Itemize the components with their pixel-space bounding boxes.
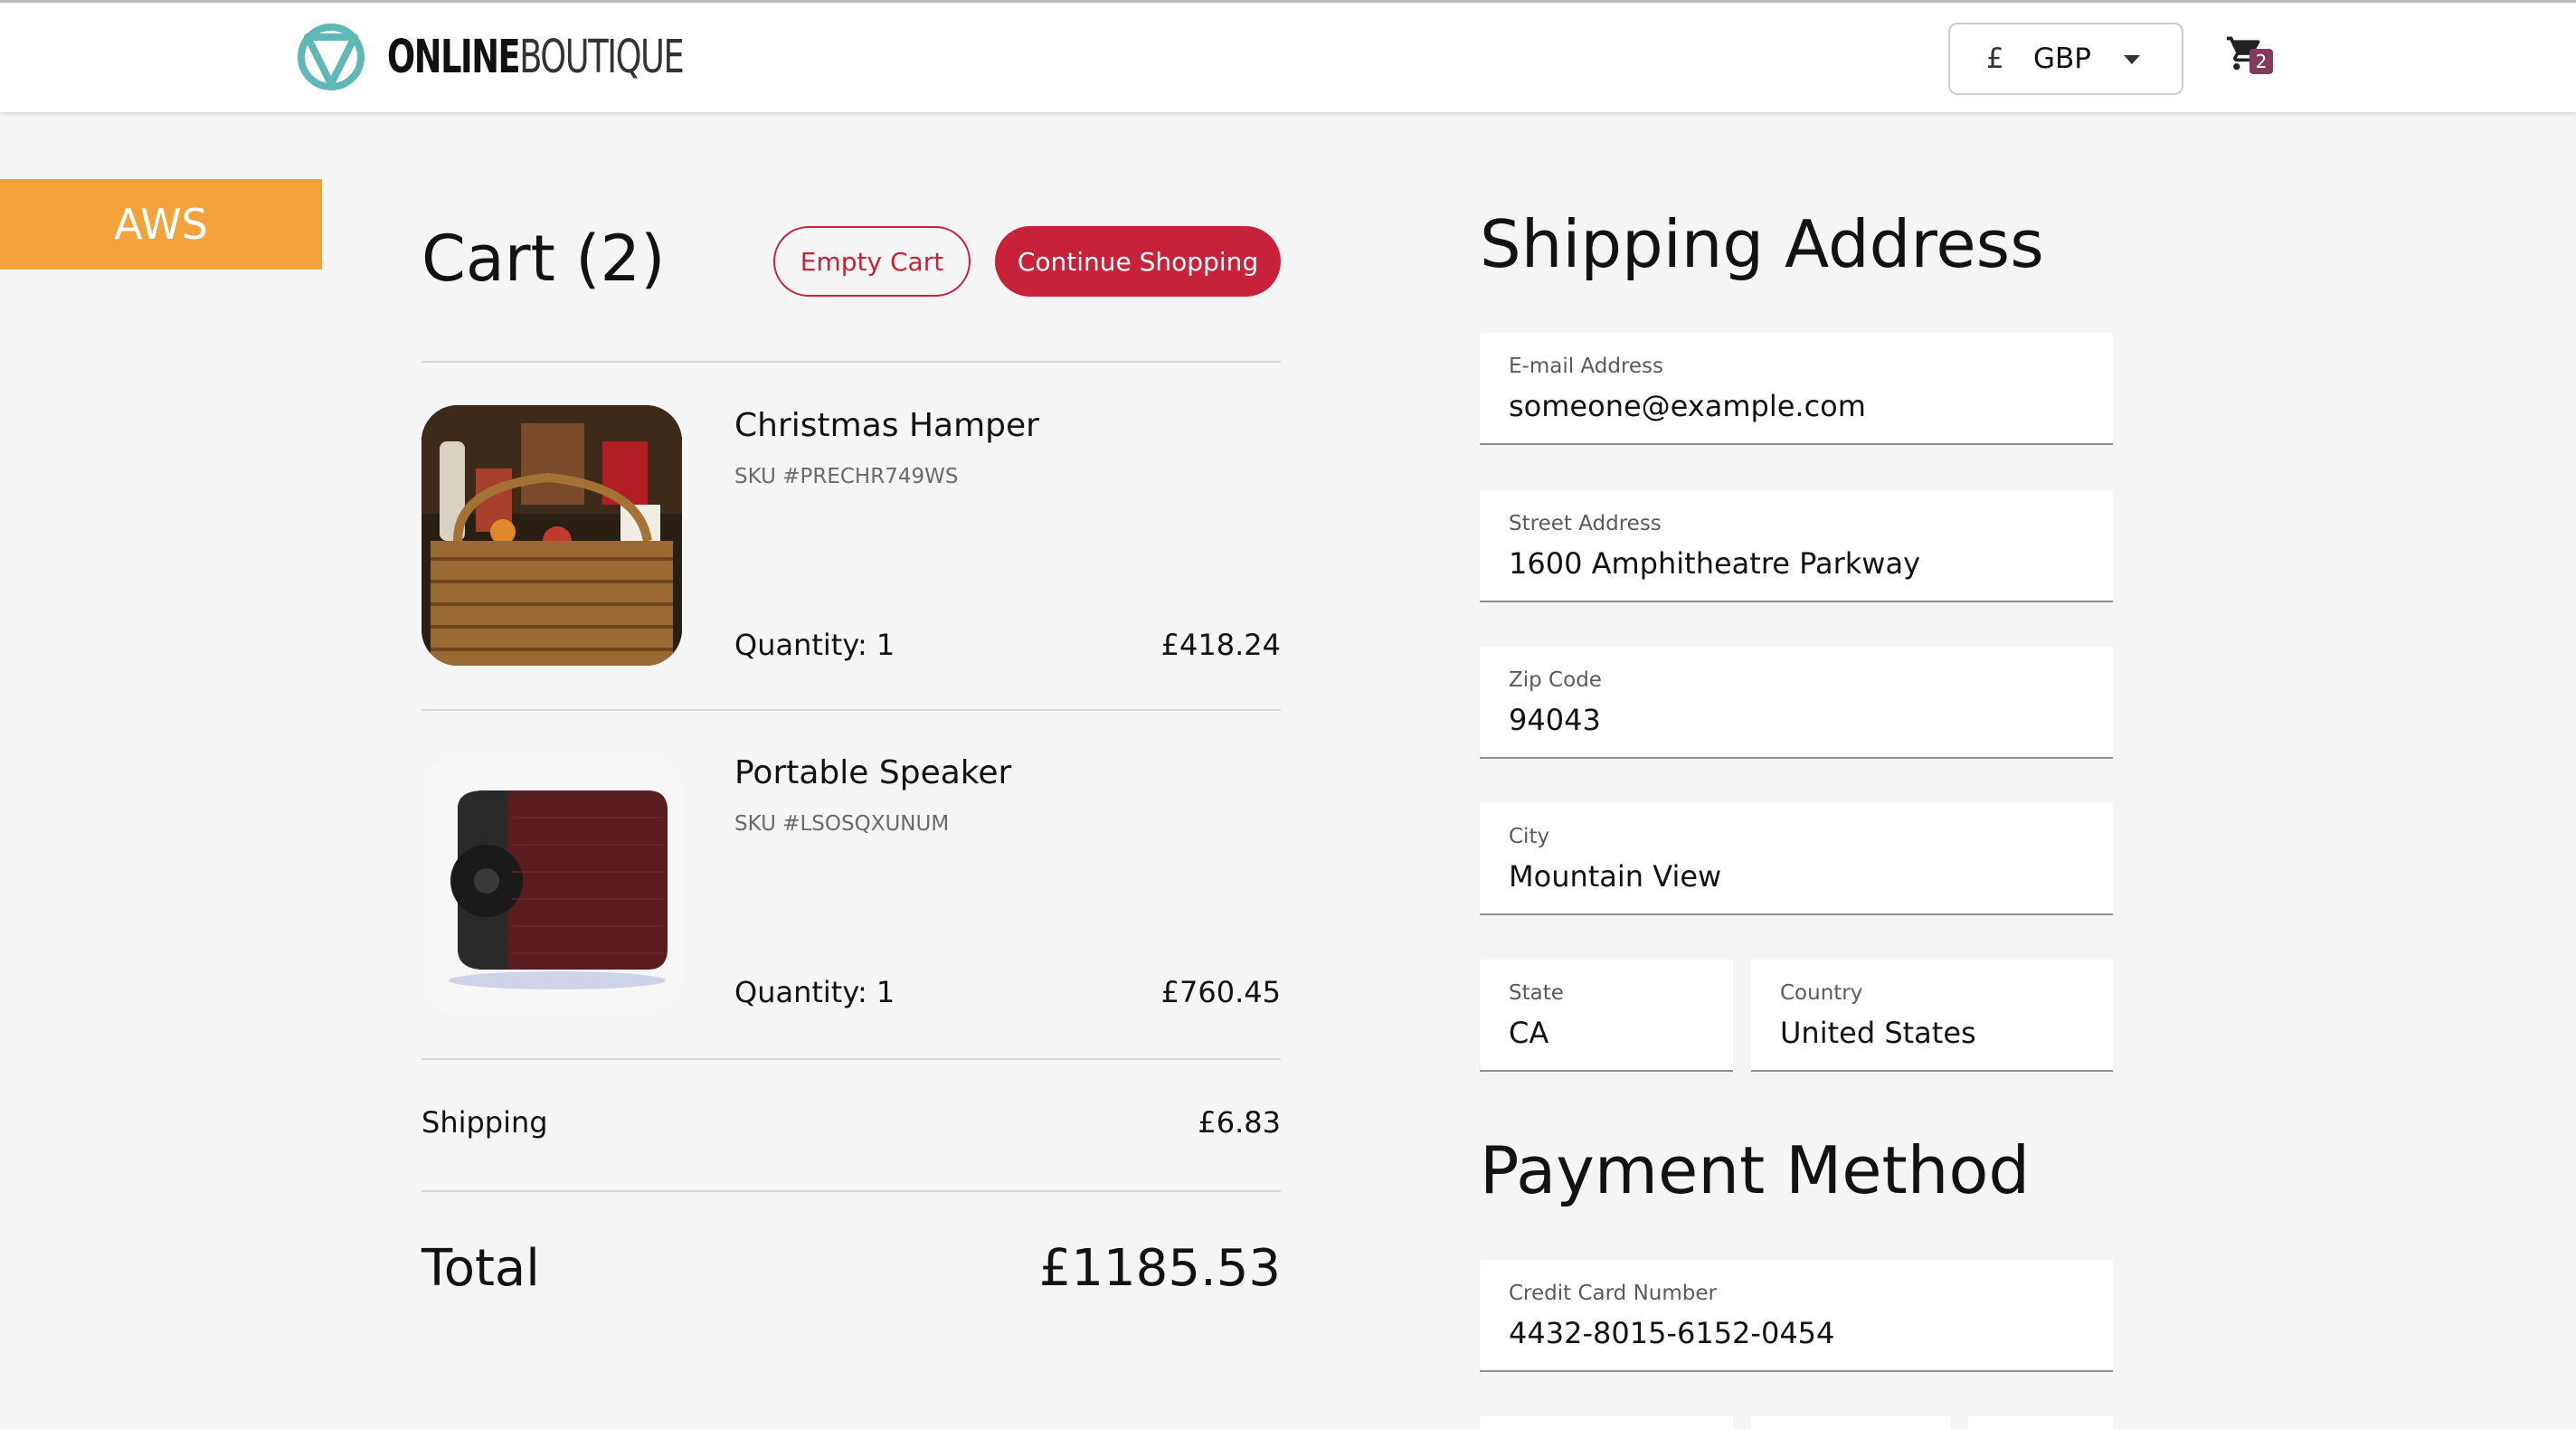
country-label: Country (1780, 981, 1863, 1005)
street-address-value[interactable]: 1600 Amphitheatre Parkway (1509, 546, 1920, 581)
cart-item-price: £418.24 (1160, 628, 1281, 662)
city-value[interactable]: Mountain View (1509, 859, 1721, 894)
email-field[interactable]: E-mail Address someone@example.com (1480, 333, 2113, 445)
logo-icon (298, 24, 365, 90)
state-field[interactable]: State CA (1480, 960, 1733, 1072)
street-address-field[interactable]: Street Address 1600 Amphitheatre Parkway (1480, 490, 2113, 602)
currency-symbol: £ (1986, 43, 2004, 75)
cart-item-name[interactable]: Christmas Hamper (734, 407, 1039, 444)
email-label: E-mail Address (1509, 355, 1664, 378)
chevron-down-icon (2124, 55, 2140, 64)
shipping-address-heading: Shipping Address (1480, 206, 2044, 282)
cvv-field[interactable] (1968, 1416, 2113, 1429)
expiration-month-field[interactable] (1480, 1416, 1733, 1429)
cart-item-sku: SKU #PRECHR749WS (734, 465, 959, 488)
empty-cart-button[interactable]: Empty Cart (773, 226, 971, 297)
view-cart-button[interactable]: 2 (2225, 33, 2279, 80)
state-label: State (1509, 981, 1564, 1005)
email-value[interactable]: someone@example.com (1509, 389, 1866, 423)
credit-card-number-field[interactable]: Credit Card Number 4432-8015-6152-0454 (1480, 1260, 2113, 1372)
zip-code-field[interactable]: Zip Code 94043 (1480, 647, 2113, 759)
city-field[interactable]: City Mountain View (1480, 803, 2113, 915)
shipping-label: Shipping (421, 1105, 548, 1140)
street-address-label: Street Address (1509, 512, 1662, 535)
portable-speaker-image[interactable] (421, 754, 682, 1015)
state-value[interactable]: CA (1509, 1016, 1548, 1050)
total-label: Total (421, 1239, 540, 1298)
top-navigation-bar: ONLINEBOUTIQUE £ GBP 2 (0, 0, 2576, 112)
cart-item-sku: SKU #LSOSQXUNUM (734, 812, 950, 836)
cart-item-price: £760.45 (1160, 975, 1281, 1009)
currency-code: GBP (2033, 43, 2091, 75)
divider (421, 1058, 1281, 1060)
cart-item-name[interactable]: Portable Speaker (734, 754, 1011, 791)
country-value[interactable]: United States (1780, 1016, 1976, 1050)
expiration-year-field[interactable] (1751, 1416, 1950, 1429)
cart-title: Cart (2) (421, 222, 666, 296)
shipping-cost: £6.83 (1198, 1105, 1281, 1140)
cart-item-quantity: Quantity: 1 (734, 628, 895, 662)
city-label: City (1509, 825, 1550, 848)
continue-shopping-button[interactable]: Continue Shopping (995, 226, 1281, 297)
cart-count-badge: 2 (2249, 49, 2273, 74)
divider (421, 1190, 1281, 1192)
christmas-hamper-image[interactable] (421, 405, 682, 666)
logo-wordmark: ONLINEBOUTIQUE (387, 30, 685, 84)
credit-card-number-value[interactable]: 4432-8015-6152-0454 (1509, 1316, 1834, 1350)
country-field[interactable]: Country United States (1751, 960, 2113, 1072)
hamper-illustration (421, 405, 682, 666)
zip-code-value[interactable]: 94043 (1509, 703, 1601, 737)
credit-card-number-label: Credit Card Number (1509, 1282, 1717, 1305)
total-amount: £1185.53 (1038, 1239, 1281, 1298)
speaker-illustration (421, 754, 682, 1015)
divider (421, 361, 1281, 363)
payment-method-heading: Payment Method (1480, 1132, 2031, 1208)
online-boutique-logo[interactable]: ONLINEBOUTIQUE (295, 21, 799, 93)
platform-banner: AWS (0, 179, 322, 270)
cart-item-quantity: Quantity: 1 (734, 975, 895, 1009)
zip-code-label: Zip Code (1509, 668, 1602, 692)
divider (421, 709, 1281, 711)
currency-selector[interactable]: £ GBP (1948, 23, 2183, 95)
